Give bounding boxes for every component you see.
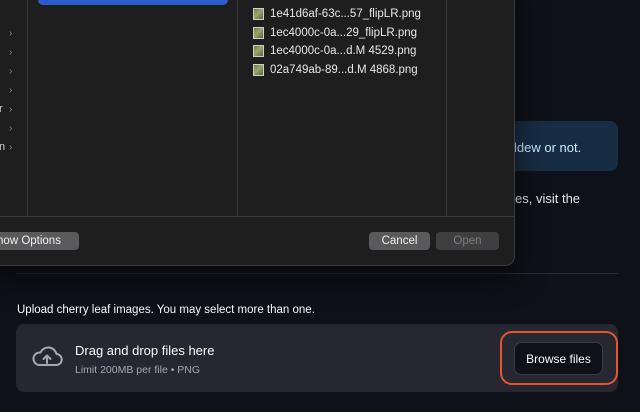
image-file-icon xyxy=(253,8,264,20)
file-list-item[interactable]: 1e41d6af-63c...57_flipLR.png xyxy=(253,7,421,21)
file-name: 1ec4000c-0a...d.M 4529.png xyxy=(270,45,417,57)
file-name: 1ec4000c-0a...29_flipLR.png xyxy=(270,27,418,39)
chevron-right-icon[interactable]: › xyxy=(9,104,12,115)
file-list-item[interactable]: 02a749ab-89...d.M 4868.png xyxy=(253,63,418,77)
chevron-right-icon[interactable]: › xyxy=(9,85,12,96)
sidebar-item-fragment[interactable]: r xyxy=(0,103,3,115)
body-text: es, visit the xyxy=(515,191,581,206)
open-button[interactable]: Open xyxy=(436,232,499,250)
dialog-footer-divider xyxy=(0,216,514,217)
chevron-right-icon[interactable]: › xyxy=(9,47,12,58)
column-divider xyxy=(446,0,447,216)
dropzone-subtitle: Limit 200MB per file • PNG xyxy=(75,364,201,376)
info-alert-text: ldew or not. xyxy=(514,140,582,155)
chevron-right-icon[interactable]: › xyxy=(9,123,12,134)
dropzone-title: Drag and drop files here xyxy=(75,343,215,358)
file-dropzone[interactable]: Drag and drop files here Limit 200MB per… xyxy=(16,324,618,392)
file-open-dialog: › › › › r › › n › 1e41d6af-63c...57_flip… xyxy=(0,0,515,266)
column-divider xyxy=(237,0,238,216)
cloud-upload-icon xyxy=(32,346,63,366)
sidebar-item-fragment[interactable]: n xyxy=(0,141,5,153)
cancel-button[interactable]: Cancel xyxy=(369,232,430,250)
selected-folder-row[interactable] xyxy=(38,0,228,5)
file-uploader-label: Upload cherry leaf images. You may selec… xyxy=(17,304,315,316)
file-list-item[interactable]: 1ec4000c-0a...d.M 4529.png xyxy=(253,44,416,58)
image-file-icon xyxy=(253,64,264,76)
divider xyxy=(16,273,618,274)
file-name: 1e41d6af-63c...57_flipLR.png xyxy=(270,8,421,20)
browse-files-button[interactable]: Browse files xyxy=(514,342,603,375)
file-list-item[interactable]: 1ec4000c-0a...29_flipLR.png xyxy=(253,26,417,40)
chevron-right-icon[interactable]: › xyxy=(9,28,12,39)
chevron-right-icon[interactable]: › xyxy=(9,66,12,77)
image-file-icon xyxy=(253,45,264,57)
chevron-right-icon[interactable]: › xyxy=(9,142,12,153)
image-file-icon xyxy=(253,27,264,39)
column-divider xyxy=(27,0,28,216)
file-name: 02a749ab-89...d.M 4868.png xyxy=(270,64,418,76)
show-options-button[interactable]: how Options xyxy=(0,232,79,250)
